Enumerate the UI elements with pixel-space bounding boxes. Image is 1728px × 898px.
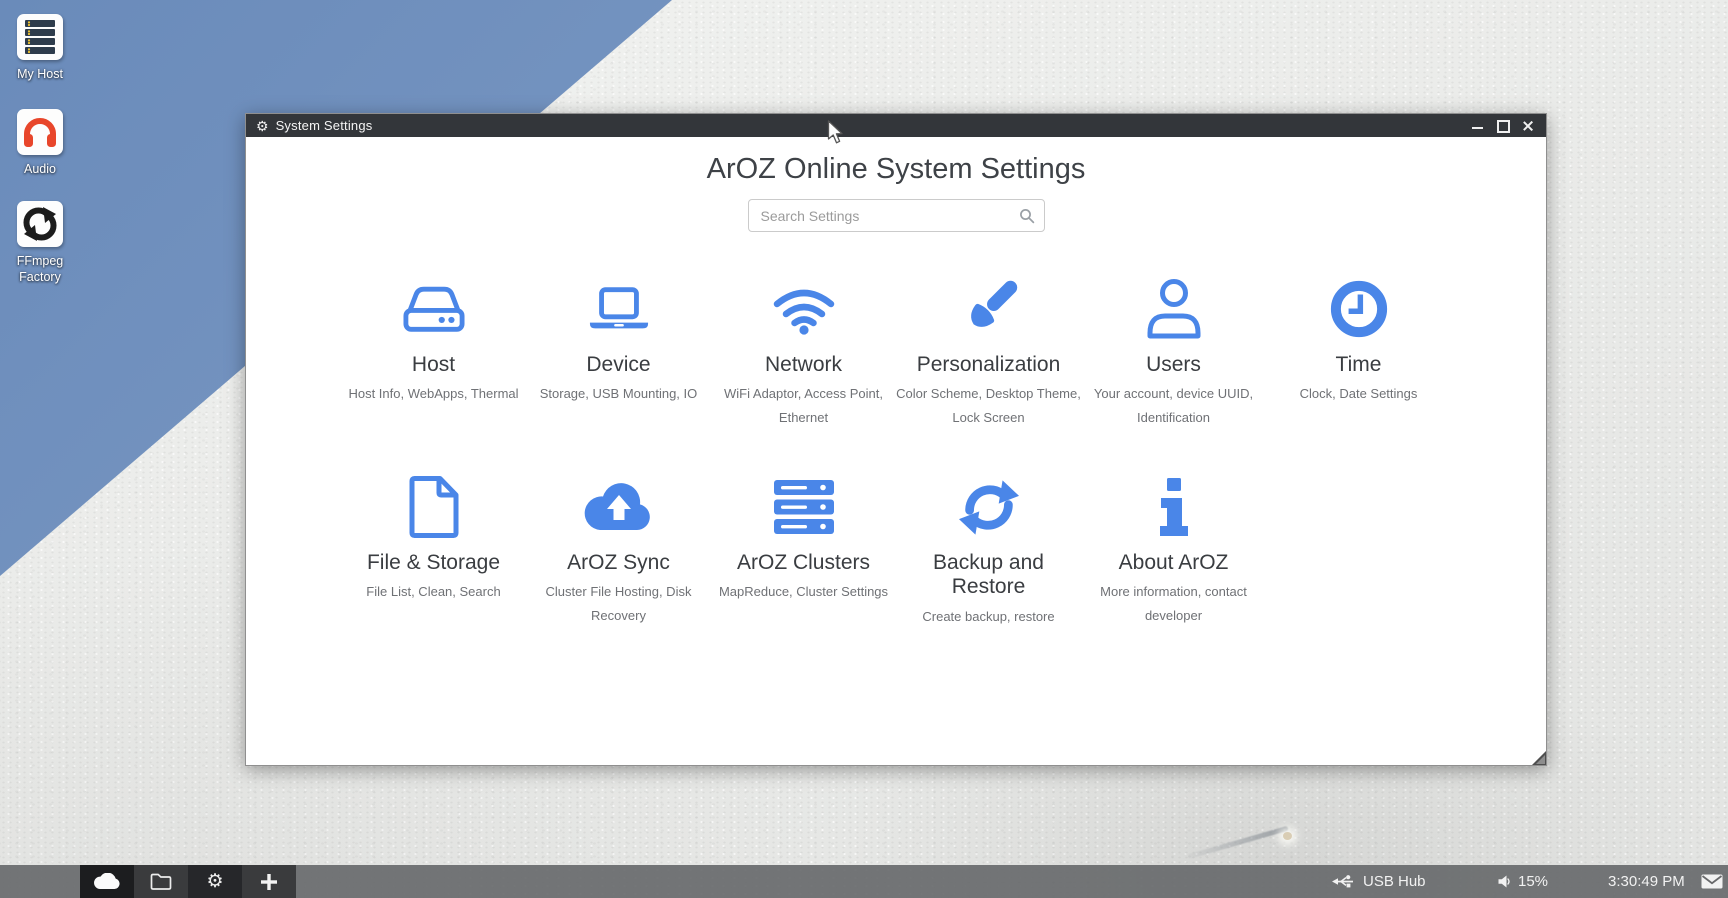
taskbar-button-settings[interactable]: ⚙ (188, 865, 242, 898)
recycle-arrows-icon (17, 201, 63, 247)
search-icon (1019, 208, 1035, 224)
desktop-icon-my-host[interactable]: My Host (6, 14, 74, 83)
settings-category-file-storage[interactable]: File & Storage File List, Clean, Search (341, 474, 526, 628)
hdd-icon (341, 276, 526, 342)
settings-category-users[interactable]: Users Your account, device UUID, Identif… (1081, 276, 1266, 430)
settings-category-personalization[interactable]: Personalization Color Scheme, Desktop Th… (896, 276, 1081, 430)
category-desc: Your account, device UUID, Identificatio… (1081, 382, 1266, 430)
laptop-icon (526, 276, 711, 342)
user-icon (1081, 276, 1266, 342)
category-desc: Storage, USB Mounting, IO (526, 382, 711, 406)
search-input[interactable] (749, 200, 1044, 231)
server-stack-icon (711, 474, 896, 540)
maximize-icon[interactable] (1496, 119, 1509, 132)
settings-category-backup-restore[interactable]: Backup and Restore Create backup, restor… (896, 474, 1081, 628)
settings-category-network[interactable]: Network WiFi Adaptor, Access Point, Ethe… (711, 276, 896, 430)
category-name: Network (711, 353, 896, 377)
desktop-icon-label: Audio (6, 162, 74, 178)
settings-category-aroz-sync[interactable]: ArOZ Sync Cluster File Hosting, Disk Rec… (526, 474, 711, 628)
clock-time: 3:30:49 PM (1608, 873, 1685, 890)
window-content: ArOZ Online System Settings Host Host In… (246, 137, 1546, 767)
gear-icon: ⚙ (206, 872, 223, 891)
usb-icon (1332, 875, 1356, 888)
mouse-cursor (827, 120, 845, 146)
window-titlebar[interactable]: ⚙ System Settings (246, 114, 1546, 137)
paint-brush-icon (896, 276, 1081, 342)
tray-clock[interactable]: 3:30:49 PM (1608, 865, 1685, 898)
system-settings-window: ⚙ System Settings ArOZ Online System Set… (245, 113, 1547, 766)
server-rack-icon (17, 14, 63, 60)
gear-icon: ⚙ (256, 119, 269, 133)
category-desc: Cluster File Hosting, Disk Recovery (526, 580, 711, 628)
tray-mail[interactable] (1701, 865, 1723, 898)
category-desc: WiFi Adaptor, Access Point, Ethernet (711, 382, 896, 430)
category-name: About ArOZ (1081, 551, 1266, 575)
desktop-icon-label: FFmpeg Factory (6, 254, 74, 285)
wallpaper-nail (1283, 832, 1292, 840)
minimize-icon[interactable] (1471, 119, 1484, 132)
category-desc: File List, Clean, Search (341, 580, 526, 604)
plus-icon (261, 874, 277, 890)
page-title: ArOZ Online System Settings (246, 153, 1546, 186)
window-controls (1471, 119, 1538, 132)
category-desc: Color Scheme, Desktop Theme, Lock Screen (896, 382, 1081, 430)
category-name: Time (1266, 353, 1451, 377)
category-name: File & Storage (341, 551, 526, 575)
category-name: Backup and Restore (896, 551, 1081, 599)
desktop-icon-ffmpeg-factory[interactable]: FFmpeg Factory (6, 201, 74, 285)
taskbar-button-desktop[interactable] (80, 865, 134, 898)
settings-category-about[interactable]: About ArOZ More information, contact dev… (1081, 474, 1266, 628)
category-name: Personalization (896, 353, 1081, 377)
speaker-icon (1498, 875, 1511, 888)
category-name: ArOZ Sync (526, 551, 711, 575)
refresh-icon (896, 474, 1081, 540)
close-icon[interactable] (1521, 119, 1534, 132)
category-desc: MapReduce, Cluster Settings (711, 580, 896, 604)
settings-category-host[interactable]: Host Host Info, WebApps, Thermal (341, 276, 526, 430)
desktop-icon-audio[interactable]: Audio (6, 109, 74, 178)
search-box (748, 199, 1045, 232)
taskbar: ⚙ USB Hub 15% 3:30:49 PM (0, 865, 1728, 898)
headphones-icon (17, 109, 63, 155)
taskbar-button-add[interactable] (242, 865, 296, 898)
settings-category-device[interactable]: Device Storage, USB Mounting, IO (526, 276, 711, 430)
category-name: Users (1081, 353, 1266, 377)
settings-category-aroz-clusters[interactable]: ArOZ Clusters MapReduce, Cluster Setting… (711, 474, 896, 628)
wifi-icon (711, 276, 896, 342)
usb-hub-label: USB Hub (1363, 873, 1426, 890)
tray-usb-hub[interactable]: USB Hub (1332, 865, 1426, 898)
desktop-icon-column: My Host Audio FFmpeg Factory (6, 14, 74, 312)
tray-volume[interactable]: 15% (1498, 865, 1548, 898)
window-title: System Settings (276, 118, 373, 133)
window-resize-handle[interactable] (1532, 751, 1546, 765)
category-desc: More information, contact developer (1081, 580, 1266, 628)
cloud-icon (94, 873, 121, 890)
volume-level: 15% (1518, 873, 1548, 890)
taskbar-button-files[interactable] (134, 865, 188, 898)
cloud-upload-icon (526, 474, 711, 540)
settings-category-time[interactable]: Time Clock, Date Settings (1266, 276, 1451, 430)
category-desc: Host Info, WebApps, Thermal (341, 382, 526, 406)
category-name: Host (341, 353, 526, 377)
envelope-icon (1701, 874, 1723, 889)
taskbar-buttons: ⚙ (80, 865, 296, 898)
folder-icon (150, 873, 172, 890)
desktop-icon-label: My Host (6, 67, 74, 83)
clock-icon (1266, 276, 1451, 342)
info-icon (1081, 474, 1266, 540)
category-name: Device (526, 353, 711, 377)
settings-grid: Host Host Info, WebApps, Thermal Device … (341, 276, 1451, 673)
category-name: ArOZ Clusters (711, 551, 896, 575)
category-desc: Create backup, restore (896, 605, 1081, 629)
category-desc: Clock, Date Settings (1266, 382, 1451, 406)
file-icon (341, 474, 526, 540)
